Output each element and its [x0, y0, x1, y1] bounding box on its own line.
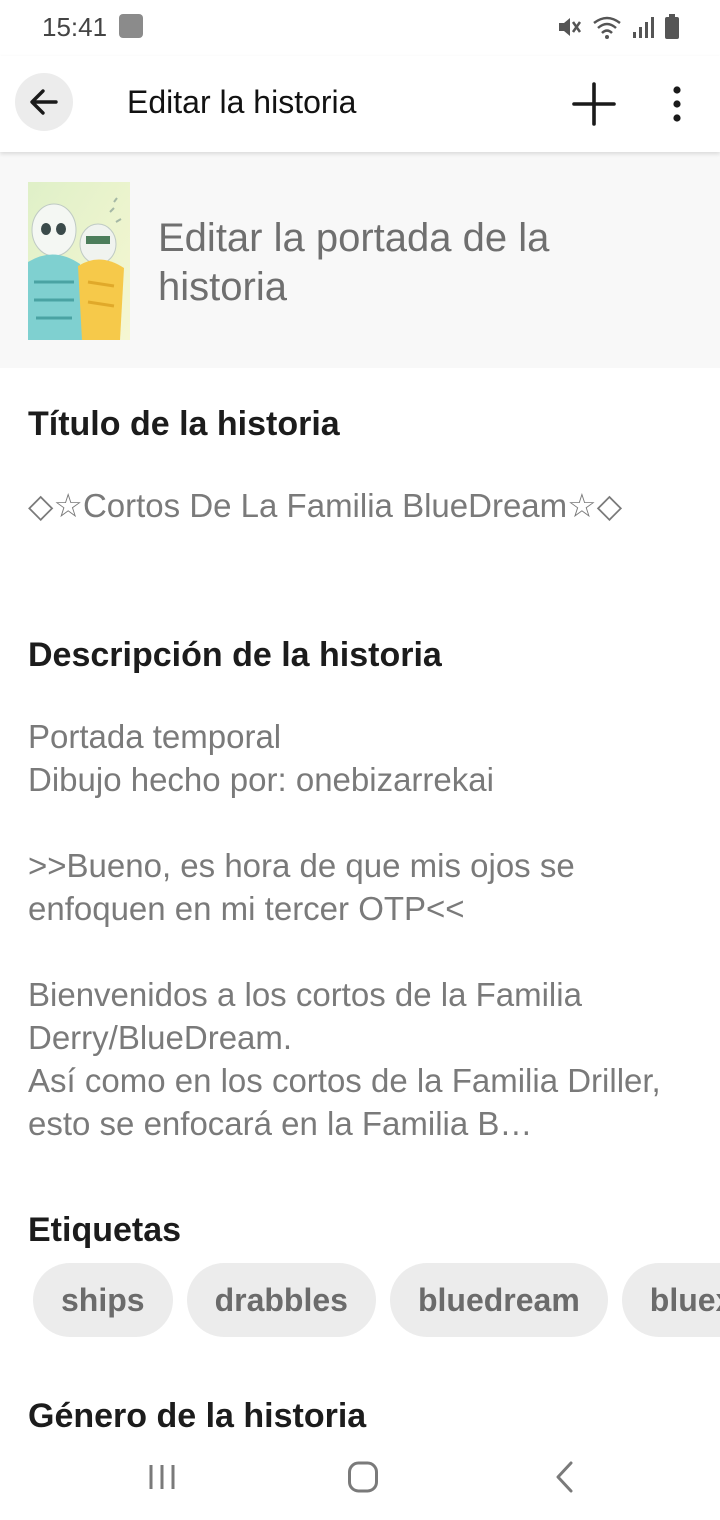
edit-cover-label[interactable]: Editar la portada de la historia [158, 214, 678, 312]
wifi-icon [593, 16, 621, 39]
home-icon [348, 1461, 378, 1493]
story-genre-heading[interactable]: Género de la historia [28, 1397, 366, 1436]
story-description-heading: Descripción de la historia [28, 636, 442, 674]
mute-icon [559, 18, 582, 36]
tags-heading: Etiquetas [28, 1211, 182, 1249]
more-vertical-icon [673, 86, 681, 122]
tag-chip[interactable]: ships [33, 1263, 173, 1337]
tags-list: ships drabbles bluedream bluex [33, 1263, 720, 1339]
home-button[interactable] [347, 1460, 379, 1499]
cover-image[interactable] [28, 182, 130, 340]
system-nav-bar [0, 1440, 720, 1520]
arrow-left-icon [30, 89, 58, 115]
battery-icon [665, 14, 679, 39]
tag-chip[interactable]: bluex [621, 1263, 720, 1337]
status-bar: 15:41 [0, 0, 720, 56]
add-button[interactable] [570, 80, 618, 128]
story-description-field[interactable]: Portada temporal Dibujo hecho por: onebi… [28, 715, 688, 1145]
edit-cover-row[interactable]: Editar la portada de la historia [0, 152, 720, 368]
tag-chip[interactable]: drabbles [186, 1263, 376, 1337]
recents-button[interactable] [147, 1462, 177, 1497]
app-notification-icon [119, 14, 143, 38]
back-icon [556, 1461, 573, 1493]
status-time: 15:41 [42, 12, 108, 42]
page-title: Editar la historia [127, 84, 357, 120]
story-title-field[interactable]: ◇☆Cortos De La Familia BlueDream☆◇ [28, 484, 688, 527]
app-bar: Editar la historia [0, 56, 720, 152]
more-options-button[interactable] [662, 84, 692, 124]
tag-chip[interactable]: bluedream [389, 1263, 608, 1337]
back-button[interactable] [15, 73, 73, 131]
plus-icon [572, 82, 616, 126]
system-back-button[interactable] [553, 1460, 577, 1499]
recents-icon [149, 1465, 175, 1489]
story-title-heading: Título de la historia [28, 405, 340, 443]
signal-icon [633, 17, 654, 38]
status-icons [556, 12, 680, 42]
